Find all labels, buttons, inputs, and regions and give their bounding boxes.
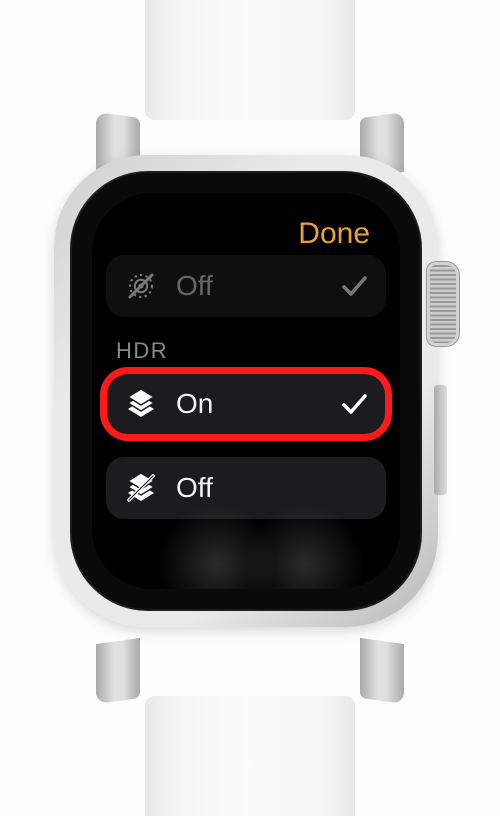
livephoto-off-icon <box>124 270 158 302</box>
row-label: On <box>176 388 320 420</box>
hdr-off-icon <box>124 471 158 505</box>
section-header-hdr: HDR <box>116 338 168 364</box>
row-label: Off <box>176 472 320 504</box>
option-row-livephoto-off[interactable]: Off <box>106 255 386 317</box>
watch-case: Done Off <box>54 155 438 627</box>
watch-screen: Done Off <box>92 193 400 589</box>
option-row-hdr-off[interactable]: Off <box>106 457 386 519</box>
case-lug <box>96 638 140 704</box>
digital-crown[interactable] <box>430 265 456 343</box>
done-button[interactable]: Done <box>298 217 370 251</box>
watch-band-bottom <box>145 696 355 816</box>
watch-bezel: Done Off <box>70 171 422 611</box>
checkmark-icon <box>338 390 368 418</box>
row-label: Off <box>176 270 320 302</box>
watch-band-top <box>145 0 355 120</box>
option-row-hdr-on[interactable]: On <box>106 373 386 435</box>
header: Done <box>92 217 400 251</box>
checkmark-icon <box>338 272 368 300</box>
case-lug <box>360 638 404 704</box>
side-button[interactable] <box>434 385 447 495</box>
hdr-on-icon <box>124 387 158 421</box>
